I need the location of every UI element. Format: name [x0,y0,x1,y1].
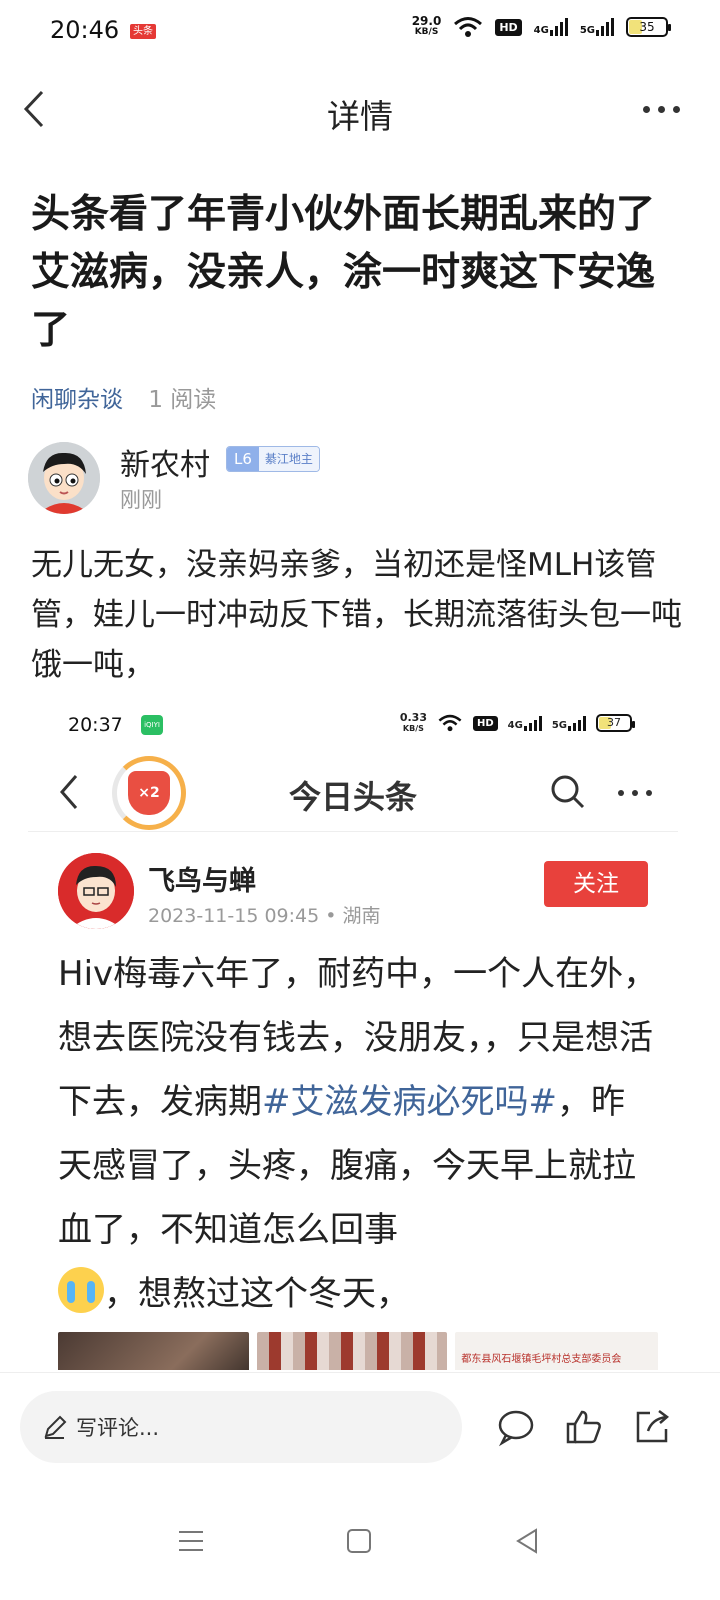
pen-icon [44,1415,67,1439]
status-right-icons: 29.0 KB/S HD 4G 5G 35 [411,14,671,38]
embedded-image-2 [256,1332,448,1370]
menu-icon[interactable] [176,1526,206,1556]
embedded-image-3: 都东县风石堰镇毛坪村总支部委员会 [455,1332,659,1370]
embedded-author-name: 飞鸟与蝉 [148,866,256,897]
embedded-network-speed: 0.33 KB/S [399,711,427,733]
embedded-battery-icon: 37 [596,714,635,732]
share-icon[interactable] [632,1407,672,1447]
thumbs-up-icon[interactable] [564,1407,604,1447]
page-title: 详情 [327,97,393,136]
signal-5g-icon: 5G [580,18,614,36]
comment-icon[interactable] [496,1407,536,1447]
comment-placeholder: 写评论... [76,1416,160,1440]
embedded-more-dots-icon [618,790,652,796]
bottom-action-bar: 写评论... [0,1372,720,1490]
embedded-nav-bar: ×2 今日头条 [28,752,678,832]
iqiyi-app-icon: iQIYI [141,715,163,735]
embedded-hd-icon: HD [472,715,498,731]
avatar[interactable] [28,442,100,514]
triangle-back-icon[interactable] [512,1526,542,1556]
article-meta: 闲聊杂谈 1 阅读 [31,380,216,414]
category-link[interactable]: 闲聊杂谈 [31,387,123,413]
embedded-author-row: 飞鸟与蝉 2023-11-15 09:45 • 湖南 关注 [58,853,658,933]
crying-emoji-icon [58,1267,104,1313]
read-count: 1 阅读 [148,387,217,413]
embedded-signal-5g-icon: 5G [552,715,586,731]
hd-icon: HD [495,18,522,36]
embedded-avatar [58,853,134,929]
author-row[interactable]: 新农村 L6 綦江地主 刚刚 [28,440,688,520]
comment-input[interactable]: 写评论... [20,1391,462,1463]
status-time: 20:46 [50,16,120,44]
toutiao-app-icon: 头条 [130,24,156,39]
avatar-cartoon-icon [28,442,100,514]
battery-icon: 35 [626,17,671,37]
embedded-signal-4g-icon: 4G [508,715,542,731]
more-dots-icon[interactable] [643,106,680,113]
post-time: 刚刚 [120,488,162,512]
article-title: 头条看了年青小伙外面长期乱来的了艾滋病，没亲人，涂一时爽这下安逸了 [31,192,656,353]
embedded-status-icons: 0.33 KB/S HD 4G 5G 37 [399,711,635,734]
embedded-screenshot[interactable]: 20:37 iQIYI 0.33 KB/S HD 4G 5G 37 ×2 今日头… [0,698,720,1370]
search-icon [551,775,585,809]
embedded-status-time: 20:37 [68,714,123,736]
embedded-image-row: 都东县风石堰镇毛坪村总支部委员会 [58,1332,659,1370]
level-badge: L6 綦江地主 [226,446,320,472]
wifi-icon [454,17,483,37]
follow-button: 关注 [544,861,648,907]
author-name[interactable]: 新农村 [120,440,210,484]
embedded-avatar-cartoon-icon [58,853,134,929]
article-body: 无儿无女，没亲妈亲爹，当初还是怪MLH该管管，娃儿一时冲动反下错，长期流落街头包… [31,547,682,683]
embedded-post-date: 2023-11-15 09:45 • 湖南 [148,905,381,927]
embedded-wifi-icon [438,714,462,732]
network-speed: 29.0 KB/S [411,14,442,37]
embedded-post-text: Hiv梅毒六年了，耐药中，一个人在外，想去医院没有钱去，没朋友，，只是想活下去，… [58,954,658,1314]
embedded-status-bar: 20:37 iQIYI 0.33 KB/S HD 4G 5G 37 [0,698,720,748]
system-nav-bar [0,1490,720,1600]
embedded-image-1 [58,1332,249,1370]
status-bar: 20:46 头条 29.0 KB/S HD 4G 5G 35 [0,0,720,64]
signal-4g-icon: 4G [534,18,568,36]
home-icon[interactable] [344,1526,374,1556]
hashtag-link: #艾滋发病必死吗# [262,1082,557,1122]
top-nav-bar: 详情 [0,70,720,150]
